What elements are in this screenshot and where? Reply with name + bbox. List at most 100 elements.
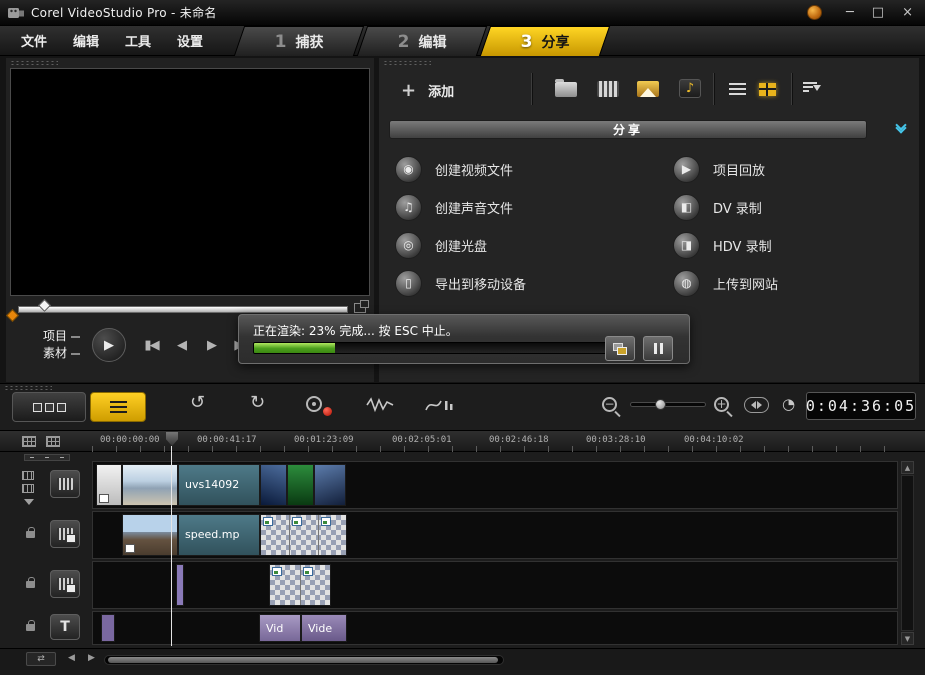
menu-tools[interactable]: 工具	[112, 27, 164, 54]
video-clip-thumb-1[interactable]	[96, 464, 122, 506]
title-track-button[interactable]: T	[50, 614, 80, 640]
scroll-up-button[interactable]: ▲	[901, 461, 914, 474]
video-media-filter-icon[interactable]	[597, 81, 619, 97]
video-clip-thumb-5[interactable]	[314, 464, 346, 506]
track-manager-strip[interactable]	[24, 454, 70, 461]
horizontal-scrollbar-thumb[interactable]	[108, 657, 498, 663]
panel-grip[interactable]	[4, 385, 52, 391]
overlay-track-1-button[interactable]	[50, 520, 80, 548]
overlay-clip[interactable]: speed.mp	[178, 514, 260, 556]
video-clip-thumb-2[interactable]	[122, 464, 178, 506]
plus-icon: +	[401, 82, 416, 100]
render-status-text: 正在渲染: 23% 完成... 按 ESC 中止。	[253, 322, 458, 339]
list-view-icon[interactable]	[729, 83, 746, 96]
previous-frame-button[interactable]: ◀	[168, 333, 194, 357]
fit-project-icon[interactable]	[744, 397, 769, 413]
clock-icon[interactable]: ◔	[782, 395, 795, 413]
render-background-button[interactable]	[605, 336, 635, 361]
collapse-panel-button[interactable]	[887, 118, 915, 140]
menu-file[interactable]: 文件	[8, 27, 60, 54]
dv-record-option[interactable]: ◧ DV 录制	[673, 194, 905, 221]
export-mobile-device-option[interactable]: ▯ 导出到移动设备	[395, 270, 673, 297]
render-pause-button[interactable]	[643, 336, 673, 361]
sort-icon[interactable]	[803, 82, 821, 96]
tab-share[interactable]: 3 分享	[480, 26, 610, 56]
zoom-out-icon[interactable]: −	[602, 397, 617, 412]
zoom-in-icon[interactable]: +	[714, 397, 729, 412]
overlay-clip-thumb[interactable]	[122, 514, 178, 556]
upload-website-option[interactable]: ◍ 上传到网站	[673, 270, 905, 297]
lock-icon[interactable]	[26, 624, 35, 631]
ripple-edit-icon[interactable]	[22, 484, 34, 493]
overlay-track-2-button[interactable]	[50, 570, 80, 598]
render-progress-track	[253, 342, 609, 354]
browse-folder-icon[interactable]	[555, 82, 577, 97]
storyboard-view-button[interactable]	[12, 392, 86, 422]
sound-mixer-icon[interactable]	[366, 397, 394, 413]
menu-settings[interactable]: 设置	[164, 27, 216, 54]
create-audio-file-option[interactable]: ♫ 创建声音文件	[395, 194, 673, 221]
play-button[interactable]: ▶	[92, 328, 126, 362]
create-disc-option[interactable]: ◎ 创建光盘	[395, 232, 673, 259]
scroll-right-button[interactable]: ▶	[88, 654, 95, 663]
add-button[interactable]: + 添加	[391, 74, 464, 107]
video-track-button[interactable]	[50, 470, 80, 498]
minimize-button[interactable]: ─	[846, 6, 854, 19]
zoom-slider[interactable]	[630, 402, 706, 407]
overlay-track-2-row[interactable]	[92, 561, 898, 609]
chevron-down-icon[interactable]	[24, 499, 34, 510]
lock-icon[interactable]	[26, 581, 35, 588]
video-clip-thumb-3[interactable]	[260, 464, 287, 506]
create-video-file-option[interactable]: ◉ 创建视频文件	[395, 156, 673, 183]
overlay-transparent-clips[interactable]	[260, 514, 347, 556]
video-clip-thumb-4[interactable]	[287, 464, 314, 506]
vertical-scrollbar[interactable]	[901, 475, 914, 631]
video-track-row[interactable]: uvs14092	[92, 461, 898, 509]
scroll-left-button[interactable]: ◀	[68, 654, 75, 663]
zoom-slider-knob[interactable]	[655, 399, 666, 410]
record-capture-icon[interactable]	[306, 396, 332, 416]
panel-grip[interactable]	[383, 60, 431, 66]
photo-media-filter-icon[interactable]	[637, 81, 659, 97]
title-clip-1[interactable]: Vid	[259, 614, 301, 642]
ruler-scale[interactable]: 00:00:00:00 00:00:41:17 00:01:23:09 00:0…	[92, 431, 898, 452]
tab-capture[interactable]: 1 捕获	[234, 26, 364, 56]
overlay-transparent-clips[interactable]	[269, 564, 331, 606]
go-to-start-button[interactable]: ▮◀	[138, 333, 164, 357]
project-mode[interactable]: 项目	[28, 328, 80, 345]
clip-mode[interactable]: 素材	[28, 345, 80, 362]
share-section-header: 分享	[389, 120, 867, 139]
enlarge-preview-icon[interactable]	[354, 303, 366, 313]
overlay-track-1-row[interactable]: speed.mp	[92, 511, 898, 559]
title-track-row[interactable]: Vid Vide	[92, 611, 898, 645]
maximize-button[interactable]: □	[872, 6, 884, 19]
audio-filter-icon[interactable]	[424, 397, 454, 413]
panel-grip[interactable]	[10, 60, 58, 66]
next-frame-button[interactable]: ▶	[198, 333, 224, 357]
undo-button[interactable]: ↺	[190, 394, 205, 412]
timeline-view-button[interactable]	[90, 392, 146, 422]
audio-media-filter-icon[interactable]: ♪	[679, 79, 701, 98]
seek-bar[interactable]	[18, 306, 348, 313]
hdv-record-option[interactable]: ◨ HDV 录制	[673, 232, 905, 259]
lock-icon[interactable]	[26, 531, 35, 538]
scroll-mode-button[interactable]: ⇄	[26, 652, 56, 666]
redo-button[interactable]: ↻	[250, 394, 265, 412]
scroll-down-button[interactable]: ▼	[901, 632, 914, 645]
track-grid-icon[interactable]	[46, 436, 60, 447]
overlay-clip-sliver[interactable]	[176, 564, 184, 606]
video-clip[interactable]: uvs14092	[178, 464, 260, 506]
close-button[interactable]: ×	[902, 6, 913, 19]
track-list-icon[interactable]	[22, 436, 36, 447]
horizontal-scrollbar[interactable]	[104, 655, 504, 665]
title-clip-sliver[interactable]	[101, 614, 115, 642]
ripple-edit-icon[interactable]	[22, 471, 34, 480]
timecode-display[interactable]: 0:04:36:05	[806, 392, 916, 420]
title-clip-2[interactable]: Vide	[301, 614, 347, 642]
tab-edit[interactable]: 2 编辑	[357, 26, 487, 56]
timeline-ruler[interactable]: 00:00:00:00 00:00:41:17 00:01:23:09 00:0…	[0, 430, 925, 452]
option-label: 创建光盘	[435, 236, 487, 255]
thumbnail-view-icon[interactable]	[759, 83, 776, 96]
project-playback-option[interactable]: ▶ 项目回放	[673, 156, 905, 183]
menu-edit[interactable]: 编辑	[60, 27, 112, 54]
